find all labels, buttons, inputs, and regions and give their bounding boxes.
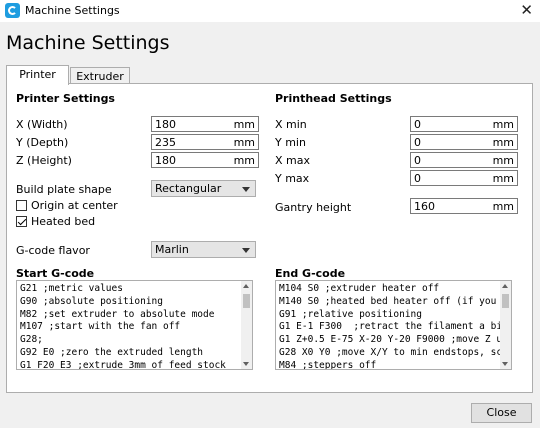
- y-max-label: Y max: [275, 172, 310, 185]
- z-height-field[interactable]: 180 mm: [151, 152, 259, 168]
- field-unit: mm: [233, 136, 255, 149]
- x-max-label: X max: [275, 154, 310, 167]
- gcode-line: G1 E-1 F300 ;retract the filament a bi: [279, 321, 500, 333]
- field-value: 235: [155, 136, 176, 149]
- gantry-height-label: Gantry height: [275, 201, 352, 214]
- field-unit: mm: [492, 136, 514, 149]
- vertical-scrollbar[interactable]: [241, 281, 252, 369]
- gcode-line: G90 ;absolute positioning: [20, 295, 163, 307]
- field-value: 180: [155, 154, 176, 167]
- printer-settings-title: Printer Settings: [16, 92, 115, 105]
- field-unit: mm: [233, 118, 255, 131]
- gcode-line: M84 ;steppers off: [279, 359, 377, 370]
- x-min-label: X min: [275, 118, 307, 131]
- field-unit: mm: [492, 118, 514, 131]
- field-value: 160: [414, 200, 435, 213]
- y-depth-field[interactable]: 235 mm: [151, 134, 259, 150]
- tab-extruder[interactable]: Extruder: [70, 67, 130, 84]
- chevron-down-icon: [242, 187, 250, 192]
- x-width-field[interactable]: 180 mm: [151, 116, 259, 132]
- select-value: Marlin: [155, 243, 189, 256]
- gcode-line: G1 Z+0.5 E-75 X-20 Y-20 F9000 ;move Z u: [279, 334, 500, 346]
- x-width-label: X (Width): [16, 118, 68, 131]
- window-title: Machine Settings: [25, 4, 120, 17]
- gcode-flavor-label: G-code flavor: [16, 244, 90, 257]
- heated-bed-label: Heated bed: [31, 215, 96, 228]
- page-title: Machine Settings: [6, 32, 170, 54]
- title-bar: Machine Settings ✕: [0, 0, 540, 22]
- gcode-line: M140 S0 ;heated bed heater off (if you: [279, 295, 497, 307]
- gcode-line: G28;: [20, 334, 43, 346]
- start-gcode-lines: G21 ;metric values G90 ;absolute positio…: [17, 283, 241, 370]
- build-plate-select[interactable]: Rectangular: [151, 180, 256, 197]
- gcode-line: G1 F20 E3 ;extrude 3mm of feed stock: [20, 359, 226, 370]
- chevron-down-icon: [242, 248, 250, 253]
- app-icon: [5, 3, 20, 18]
- close-icon[interactable]: ✕: [520, 1, 533, 19]
- gcode-line: M82 ;set extruder to absolute mode: [20, 308, 215, 320]
- field-unit: mm: [492, 172, 514, 185]
- origin-center-label: Origin at center: [31, 199, 118, 212]
- end-gcode-title: End G-code: [275, 267, 346, 280]
- scroll-down-icon[interactable]: [243, 362, 249, 366]
- field-unit: mm: [492, 154, 514, 167]
- field-value: 0: [414, 136, 421, 149]
- heated-bed-checkbox[interactable]: [16, 216, 27, 227]
- gantry-height-field[interactable]: 160 mm: [410, 198, 518, 214]
- gcode-line: M104 S0 ;extruder heater off: [279, 283, 440, 294]
- settings-panel: Printer Settings X (Width) 180 mm Y (Dep…: [6, 83, 533, 393]
- end-gcode-editor[interactable]: M104 S0 ;extruder heater off M140 S0 ;he…: [275, 280, 512, 370]
- start-gcode-title: Start G-code: [16, 267, 95, 280]
- close-button[interactable]: Close: [471, 403, 532, 423]
- field-value: 0: [414, 154, 421, 167]
- gcode-line: G91 ;relative positioning: [279, 308, 422, 320]
- scroll-down-icon[interactable]: [502, 362, 508, 366]
- end-gcode-lines: M104 S0 ;extruder heater off M140 S0 ;he…: [276, 283, 500, 370]
- origin-center-checkbox[interactable]: [16, 200, 27, 211]
- gcode-line: M107 ;start with the fan off: [20, 321, 181, 333]
- vertical-scrollbar[interactable]: [500, 281, 511, 369]
- field-unit: mm: [492, 200, 514, 213]
- x-min-field[interactable]: 0 mm: [410, 116, 518, 132]
- x-max-field[interactable]: 0 mm: [410, 152, 518, 168]
- tab-printer[interactable]: Printer: [6, 65, 69, 85]
- gcode-line: G21 ;metric values: [20, 283, 123, 294]
- gcode-flavor-select[interactable]: Marlin: [151, 241, 256, 258]
- build-plate-label: Build plate shape: [16, 183, 112, 196]
- y-depth-label: Y (Depth): [16, 136, 69, 149]
- start-gcode-editor[interactable]: G21 ;metric values G90 ;absolute positio…: [16, 280, 253, 370]
- printhead-settings-title: Printhead Settings: [275, 92, 392, 105]
- y-max-field[interactable]: 0 mm: [410, 170, 518, 186]
- z-height-label: Z (Height): [16, 154, 72, 167]
- field-unit: mm: [233, 154, 255, 167]
- y-min-field[interactable]: 0 mm: [410, 134, 518, 150]
- select-value: Rectangular: [155, 182, 222, 195]
- scroll-up-icon[interactable]: [243, 284, 249, 288]
- scroll-thumb[interactable]: [502, 294, 509, 308]
- gcode-line: G92 E0 ;zero the extruded length: [20, 346, 204, 358]
- y-min-label: Y min: [275, 136, 306, 149]
- scroll-up-icon[interactable]: [502, 284, 508, 288]
- gcode-line: G28 X0 Y0 ;move X/Y to min endstops, sc: [279, 346, 500, 358]
- field-value: 0: [414, 172, 421, 185]
- field-value: 0: [414, 118, 421, 131]
- scroll-thumb[interactable]: [243, 294, 250, 308]
- field-value: 180: [155, 118, 176, 131]
